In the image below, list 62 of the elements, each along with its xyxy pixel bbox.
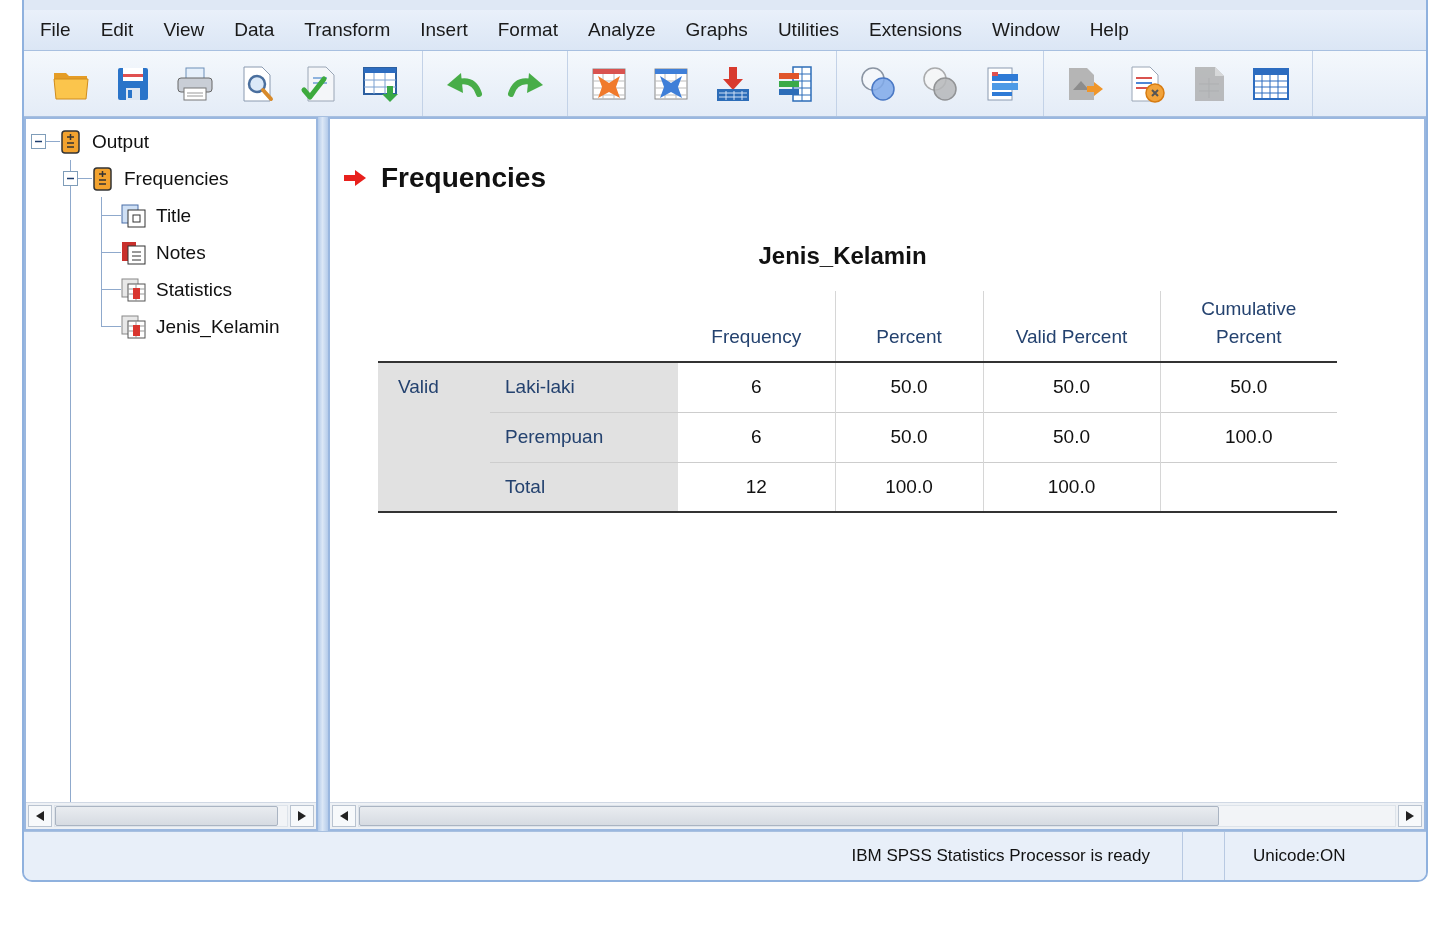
tree-item[interactable]: Title — [156, 204, 192, 227]
right-arrow-icon — [298, 811, 306, 821]
table-cell: 100.0 — [835, 462, 983, 512]
column-header: Frequency — [678, 291, 835, 362]
status-message: IBM SPSS Statistics Processor is ready — [851, 846, 1150, 866]
menu-item[interactable]: Data — [219, 10, 290, 50]
table-cell: 100.0 — [1160, 412, 1337, 462]
scrollbar-thumb[interactable] — [359, 806, 1219, 826]
table-cell: 50.0 — [835, 362, 983, 412]
menu-item[interactable]: Edit — [85, 10, 149, 50]
menu-item[interactable]: File — [25, 10, 86, 50]
table-cell: 6 — [678, 412, 835, 462]
menu-item[interactable]: Window — [977, 10, 1075, 50]
menu-item[interactable]: Format — [482, 10, 573, 50]
menu-item[interactable]: Extensions — [854, 10, 978, 50]
row-header: Laki-laki — [490, 362, 678, 412]
scroll-right-button[interactable] — [1398, 805, 1422, 827]
table-cell: 12 — [678, 462, 835, 512]
tree-item[interactable]: Statistics — [156, 278, 233, 301]
tree-item[interactable]: Notes — [156, 241, 206, 264]
notes-icon — [121, 239, 147, 266]
right-arrow-icon — [1406, 811, 1414, 821]
menu-item[interactable]: Analyze — [572, 10, 671, 50]
encoding-indicator: Unicode:ON — [1253, 846, 1346, 866]
book-icon — [92, 166, 112, 191]
tree-item[interactable]: Frequencies — [124, 167, 229, 190]
tree-item[interactable]: Output — [92, 130, 150, 153]
table-icon — [121, 276, 147, 303]
row-group-header: Valid — [378, 362, 490, 512]
table-title: Jenis_Kelamin — [757, 242, 928, 270]
table-cell: 50.0 — [983, 362, 1160, 412]
scroll-left-button[interactable] — [332, 805, 356, 827]
scroll-left-button[interactable] — [28, 805, 52, 827]
row-header: Total — [490, 462, 678, 512]
collapse-icon[interactable] — [63, 171, 78, 186]
left-arrow-icon — [36, 811, 44, 821]
scroll-right-button[interactable] — [290, 805, 314, 827]
table-cell: 100.0 — [983, 462, 1160, 512]
column-header: Cumulative Percent — [1160, 291, 1337, 362]
table-icon — [121, 313, 147, 340]
menu-item[interactable]: Transform — [289, 10, 406, 50]
column-header: Percent — [835, 291, 983, 362]
menu-item[interactable]: View — [148, 10, 220, 50]
column-header: Valid Percent — [983, 291, 1160, 362]
menu-item[interactable]: Utilities — [762, 10, 855, 50]
table-cell: 50.0 — [1160, 362, 1337, 412]
pages-icon — [121, 202, 147, 229]
horizontal-scrollbar[interactable] — [26, 802, 316, 829]
menu-item[interactable]: Graphs — [670, 10, 763, 50]
table-cell: 50.0 — [835, 412, 983, 462]
horizontal-scrollbar[interactable] — [330, 802, 1424, 829]
output-heading: Frequencies — [381, 162, 546, 194]
menu-item[interactable]: Insert — [405, 10, 483, 50]
left-arrow-icon — [340, 811, 348, 821]
table-cell: 50.0 — [983, 412, 1160, 462]
book-icon — [60, 129, 80, 154]
tree-item[interactable]: Jenis_Kelamin — [156, 315, 280, 338]
menu-item[interactable]: Help — [1074, 10, 1144, 50]
collapse-icon[interactable] — [31, 134, 46, 149]
table-cell: 6 — [678, 362, 835, 412]
row-header: Perempuan — [490, 412, 678, 462]
scrollbar-thumb[interactable] — [55, 806, 278, 826]
